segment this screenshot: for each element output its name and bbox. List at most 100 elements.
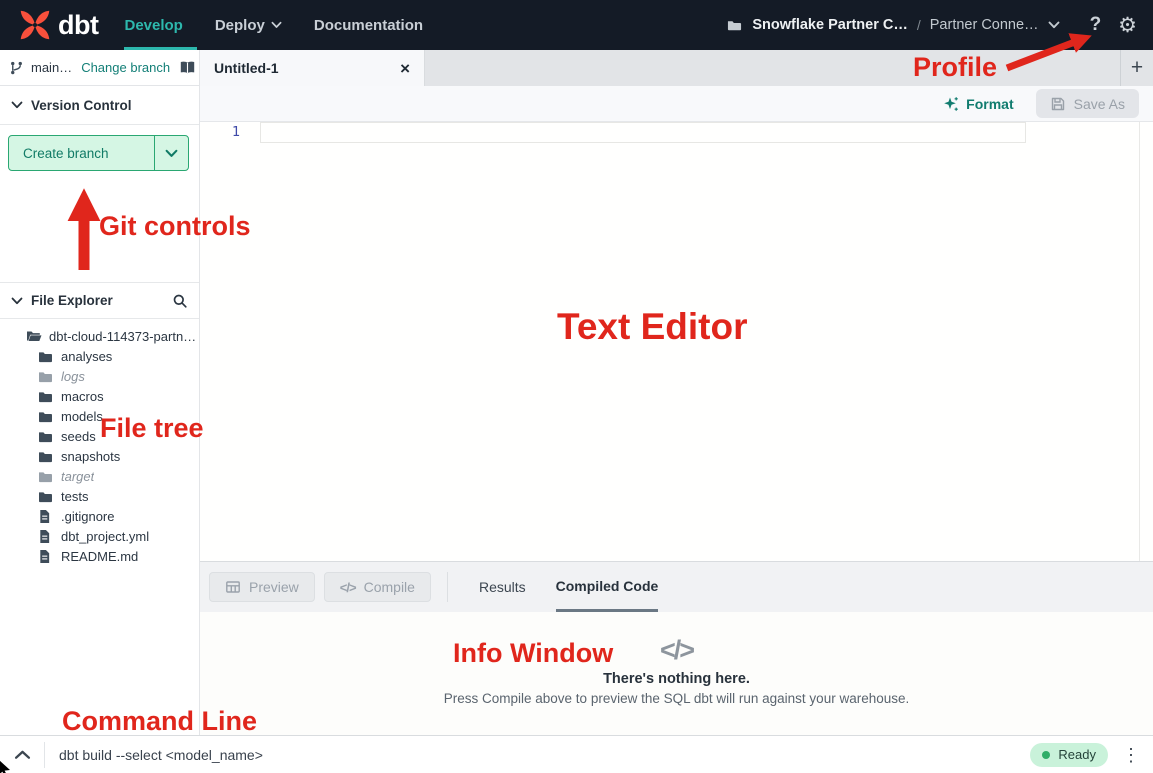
- current-branch-label: main…: [31, 60, 72, 75]
- tree-item-snapshots[interactable]: snapshots: [0, 446, 199, 466]
- tree-item-logs[interactable]: logs: [0, 366, 199, 386]
- command-line-bar: dbt build --select <model_name> Ready ⋮: [0, 735, 1153, 773]
- folder-icon: [726, 18, 743, 33]
- text-editor[interactable]: 1: [200, 122, 1153, 562]
- docs-book-icon[interactable]: [179, 60, 196, 75]
- folder-open-icon: [26, 329, 42, 343]
- git-branch-icon: [9, 60, 24, 76]
- save-floppy-icon: [1050, 96, 1066, 112]
- project-name[interactable]: Partner Conne…: [930, 17, 1039, 33]
- file-icon: [38, 529, 54, 544]
- code-icon: </>: [660, 635, 693, 666]
- new-tab-button[interactable]: +: [1120, 50, 1153, 86]
- expand-command-bar-button[interactable]: [0, 736, 44, 773]
- folder-icon: [38, 410, 54, 423]
- folder-icon: [38, 390, 54, 403]
- toolbar-divider: [447, 572, 448, 602]
- file-explorer-header[interactable]: File Explorer: [0, 282, 199, 319]
- compile-label: Compile: [364, 579, 415, 595]
- file-icon: [38, 549, 54, 564]
- search-icon[interactable]: [172, 293, 188, 309]
- folder-icon: [38, 350, 54, 363]
- chevron-down-icon: [11, 101, 23, 109]
- version-control-header[interactable]: Version Control: [0, 86, 199, 125]
- editor-tab-bar: Untitled-1 × +: [200, 50, 1153, 86]
- chevron-down-icon: [11, 297, 23, 305]
- tree-item-gitignore[interactable]: .gitignore: [0, 506, 199, 526]
- tree-item-dbt-project-yml[interactable]: dbt_project.yml: [0, 526, 199, 546]
- navbar-right: Snowflake Partner C… / Partner Conne… ? …: [726, 14, 1137, 36]
- chevron-up-icon: [14, 749, 31, 760]
- editor-toolbar: Format Save As: [200, 86, 1153, 122]
- tab-results[interactable]: Results: [479, 562, 526, 612]
- tree-item-project-root[interactable]: dbt-cloud-114373-partn…: [0, 326, 199, 346]
- folder-icon: [38, 370, 54, 383]
- dbt-logo[interactable]: dbt: [16, 6, 98, 44]
- tab-compiled-code[interactable]: Compiled Code: [556, 562, 659, 612]
- dbt-logo-icon: [16, 6, 54, 44]
- dbt-logo-text: dbt: [58, 10, 98, 41]
- main-nav: Develop Deploy Documentation: [124, 0, 455, 50]
- compile-button[interactable]: </> Compile: [324, 572, 431, 602]
- format-label: Format: [966, 96, 1013, 112]
- left-sidebar: Version Control Create branch File Explo…: [0, 86, 200, 735]
- format-sparkle-icon: [943, 96, 959, 112]
- nav-item-documentation[interactable]: Documentation: [314, 17, 423, 34]
- preview-button[interactable]: Preview: [209, 572, 315, 602]
- info-window: Preview </> Compile Results Compiled Cod…: [200, 562, 1153, 735]
- branch-bar: main… Change branch: [0, 50, 200, 86]
- second-row: main… Change branch Untitled-1 × +: [0, 50, 1153, 86]
- preview-label: Preview: [249, 579, 299, 595]
- dbt-cloud-ide: dbt Develop Deploy Documentation Snowfla…: [0, 0, 1153, 773]
- folder-icon: [38, 450, 54, 463]
- nav-item-deploy[interactable]: Deploy: [215, 17, 282, 34]
- info-window-empty-state: </> There's nothing here. Press Compile …: [200, 612, 1153, 735]
- tree-item-macros[interactable]: macros: [0, 386, 199, 406]
- status-badge: Ready: [1030, 743, 1108, 767]
- tree-item-models[interactable]: models: [0, 406, 199, 426]
- account-name[interactable]: Snowflake Partner C…: [752, 17, 908, 33]
- tree-item-target[interactable]: target: [0, 466, 199, 486]
- chevron-down-icon: [165, 149, 178, 158]
- ready-dot-icon: [1042, 751, 1050, 759]
- command-bar-divider: [44, 742, 45, 768]
- info-window-toolbar: Preview </> Compile Results Compiled Cod…: [200, 562, 1153, 612]
- create-branch-label[interactable]: Create branch: [9, 136, 154, 170]
- format-button[interactable]: Format: [943, 96, 1013, 112]
- create-branch-button[interactable]: Create branch: [8, 135, 189, 171]
- help-icon[interactable]: ?: [1090, 14, 1102, 36]
- kebab-menu-icon[interactable]: ⋮: [1122, 746, 1140, 764]
- breadcrumb-separator: /: [917, 17, 921, 33]
- file-explorer-title: File Explorer: [31, 293, 113, 308]
- gear-icon[interactable]: ⚙: [1118, 15, 1137, 36]
- tree-item-analyses[interactable]: analyses: [0, 346, 199, 366]
- line-number: 1: [200, 124, 240, 140]
- folder-icon: [38, 490, 54, 503]
- change-branch-link[interactable]: Change branch: [81, 60, 170, 75]
- tab-untitled-1[interactable]: Untitled-1 ×: [200, 50, 425, 86]
- tree-item-tests[interactable]: tests: [0, 486, 199, 506]
- chevron-down-icon[interactable]: [1048, 21, 1060, 29]
- main-column: Format Save As 1: [200, 86, 1153, 735]
- create-branch-dropdown[interactable]: [154, 136, 188, 170]
- save-as-button[interactable]: Save As: [1036, 89, 1139, 118]
- empty-state-subtitle: Press Compile above to preview the SQL d…: [444, 691, 910, 706]
- folder-icon: [38, 470, 54, 483]
- file-tree: dbt-cloud-114373-partn… analyses logs ma…: [0, 326, 199, 566]
- top-navbar: dbt Develop Deploy Documentation Snowfla…: [0, 0, 1153, 50]
- table-icon: [225, 579, 241, 595]
- tab-title: Untitled-1: [214, 60, 279, 76]
- empty-state-title: There's nothing here.: [603, 671, 750, 687]
- command-input[interactable]: dbt build --select <model_name>: [59, 747, 263, 763]
- tree-item-seeds[interactable]: seeds: [0, 426, 199, 446]
- save-as-label: Save As: [1074, 96, 1125, 112]
- close-tab-icon[interactable]: ×: [400, 60, 410, 77]
- folder-icon: [38, 430, 54, 443]
- tree-item-readme[interactable]: README.md: [0, 546, 199, 566]
- editor-active-line[interactable]: [260, 122, 1026, 143]
- nav-item-develop[interactable]: Develop: [124, 17, 182, 34]
- code-icon: </>: [340, 580, 356, 595]
- editor-scroll-gutter: [1139, 122, 1140, 561]
- ready-label: Ready: [1058, 747, 1096, 762]
- file-icon: [38, 509, 54, 524]
